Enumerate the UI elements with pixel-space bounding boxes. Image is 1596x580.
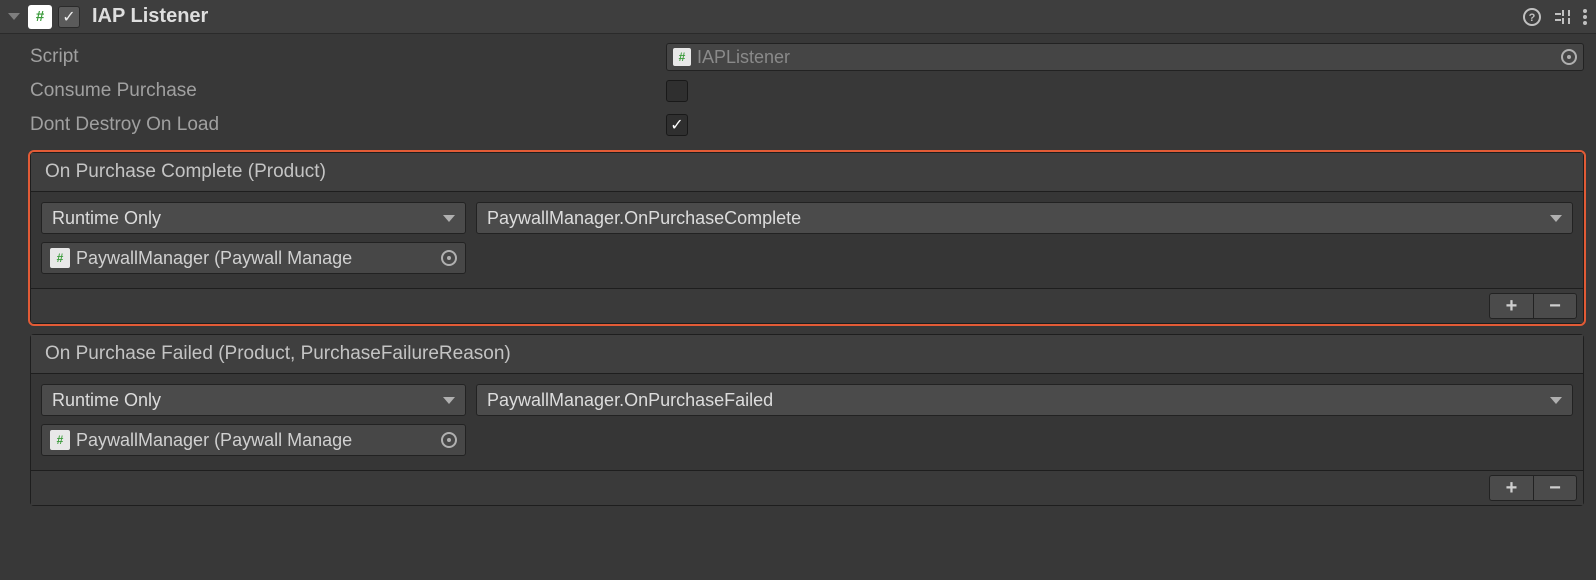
consume-checkbox[interactable] bbox=[666, 80, 688, 102]
remove-listener-button[interactable]: − bbox=[1533, 475, 1577, 501]
script-field-value: IAPListener bbox=[697, 47, 790, 68]
script-label: Script bbox=[30, 46, 660, 68]
component-body: Script # IAPListener Consume Purchase Do… bbox=[0, 34, 1596, 518]
event-footer: + − bbox=[31, 471, 1583, 505]
component-header: # ✓ IAP Listener ? bbox=[0, 0, 1596, 34]
add-listener-button[interactable]: + bbox=[1489, 475, 1533, 501]
object-picker-icon[interactable] bbox=[1561, 49, 1577, 65]
callstate-value: Runtime Only bbox=[52, 390, 161, 411]
event-block-failed: On Purchase Failed (Product, PurchaseFai… bbox=[30, 334, 1584, 506]
script-icon: # bbox=[50, 248, 70, 268]
object-picker-icon[interactable] bbox=[441, 432, 457, 448]
context-menu-icon[interactable] bbox=[1582, 7, 1588, 27]
property-row-consume: Consume Purchase bbox=[30, 74, 1584, 108]
dropdown-arrow-icon bbox=[443, 215, 455, 222]
svg-text:?: ? bbox=[1529, 12, 1536, 24]
component-title: IAP Listener bbox=[92, 5, 208, 28]
callstate-dropdown[interactable]: Runtime Only bbox=[41, 202, 466, 234]
script-object-field[interactable]: # IAPListener bbox=[666, 43, 1584, 71]
target-object-value: PaywallManager (Paywall Manage bbox=[76, 430, 435, 451]
script-icon: # bbox=[28, 5, 52, 29]
ddol-checkbox[interactable]: ✓ bbox=[666, 114, 688, 136]
component-enable-checkbox[interactable]: ✓ bbox=[58, 6, 80, 28]
method-value: PaywallManager.OnPurchaseFailed bbox=[487, 390, 773, 411]
callstate-value: Runtime Only bbox=[52, 208, 161, 229]
event-title: On Purchase Complete (Product) bbox=[31, 153, 1583, 192]
add-listener-button[interactable]: + bbox=[1489, 293, 1533, 319]
ddol-label: Dont Destroy On Load bbox=[30, 114, 660, 136]
event-body: Runtime Only PaywallManager.OnPurchaseFa… bbox=[31, 374, 1583, 471]
callstate-dropdown[interactable]: Runtime Only bbox=[41, 384, 466, 416]
foldout-toggle-icon[interactable] bbox=[8, 13, 20, 20]
object-picker-icon[interactable] bbox=[441, 250, 457, 266]
script-icon: # bbox=[50, 430, 70, 450]
consume-label: Consume Purchase bbox=[30, 80, 660, 102]
dropdown-arrow-icon bbox=[1550, 397, 1562, 404]
event-footer: + − bbox=[31, 289, 1583, 323]
property-row-script: Script # IAPListener bbox=[30, 40, 1584, 74]
event-block-complete: On Purchase Complete (Product) Runtime O… bbox=[30, 152, 1584, 324]
target-object-value: PaywallManager (Paywall Manage bbox=[76, 248, 435, 269]
dropdown-arrow-icon bbox=[1550, 215, 1562, 222]
property-row-ddol: Dont Destroy On Load ✓ bbox=[30, 108, 1584, 142]
method-dropdown[interactable]: PaywallManager.OnPurchaseFailed bbox=[476, 384, 1573, 416]
method-value: PaywallManager.OnPurchaseComplete bbox=[487, 208, 801, 229]
script-field-icon: # bbox=[673, 48, 691, 66]
target-object-field[interactable]: # PaywallManager (Paywall Manage bbox=[41, 424, 466, 456]
method-dropdown[interactable]: PaywallManager.OnPurchaseComplete bbox=[476, 202, 1573, 234]
remove-listener-button[interactable]: − bbox=[1533, 293, 1577, 319]
target-object-field[interactable]: # PaywallManager (Paywall Manage bbox=[41, 242, 466, 274]
presets-icon[interactable] bbox=[1552, 7, 1572, 27]
event-body: Runtime Only PaywallManager.OnPurchaseCo… bbox=[31, 192, 1583, 289]
help-icon[interactable]: ? bbox=[1522, 7, 1542, 27]
event-title: On Purchase Failed (Product, PurchaseFai… bbox=[31, 335, 1583, 374]
dropdown-arrow-icon bbox=[443, 397, 455, 404]
